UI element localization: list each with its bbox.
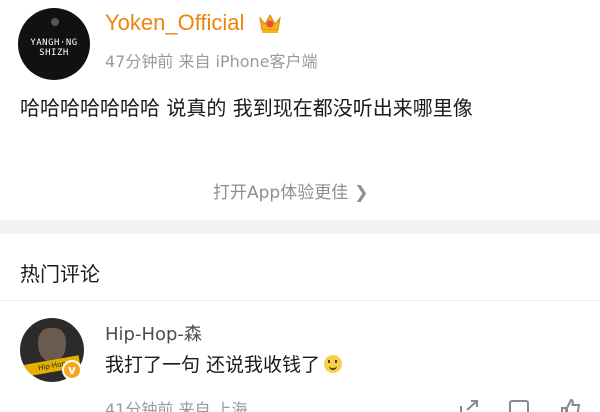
share-icon[interactable]	[458, 398, 480, 412]
hot-comments-title: 热门评论	[20, 262, 100, 286]
open-app-link[interactable]: 打开App体验更佳 ❯	[213, 178, 368, 203]
post-body: 哈哈哈哈哈哈哈 说真的 我到现在都没听出来哪里像	[20, 96, 473, 120]
post-meta: 47分钟前 来自 iPhone客户端	[105, 52, 318, 71]
smile-emoji-icon	[324, 355, 343, 373]
divider-line	[0, 300, 600, 301]
comment-text: 我打了一句 还说我收钱了	[105, 350, 343, 377]
weibo-post: YANGH·NG SHIZH Yoken_Official 47分钟前 来自 i…	[0, 0, 600, 220]
chevron-right-icon: ❯	[354, 183, 369, 203]
comment-meta: 41分钟前 来自 上海	[105, 400, 248, 412]
open-app-label: 打开App体验更佳	[213, 183, 349, 203]
comment-icon[interactable]	[508, 398, 530, 412]
comment-body: 我打了一句 还说我收钱了	[105, 354, 321, 376]
like-icon[interactable]	[560, 398, 582, 412]
section-divider	[0, 220, 600, 234]
commenter-username[interactable]: Hip-Hop-森	[105, 320, 202, 346]
author-avatar[interactable]: YANGH·NG SHIZH	[18, 8, 90, 80]
author-username[interactable]: Yoken_Official	[105, 10, 244, 36]
verified-badge-icon: v	[62, 360, 82, 380]
crown-icon	[259, 13, 281, 33]
avatar-logo-text: YANGH·NG SHIZH	[30, 38, 78, 58]
